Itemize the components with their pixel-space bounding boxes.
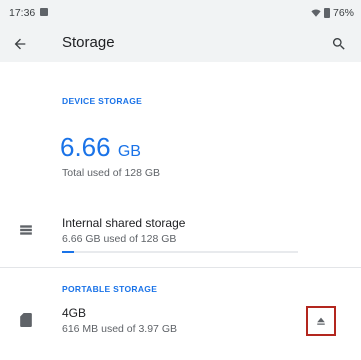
internal-storage-title: Internal shared storage bbox=[62, 216, 186, 230]
eject-button[interactable] bbox=[306, 306, 336, 336]
used-storage-number: 6.66 bbox=[60, 132, 111, 162]
device-storage-header: DEVICE STORAGE bbox=[62, 96, 143, 106]
used-storage-unit: GB bbox=[117, 143, 141, 160]
portable-storage-header: PORTABLE STORAGE bbox=[62, 284, 158, 294]
search-icon bbox=[332, 38, 345, 50]
notification-icon bbox=[40, 8, 48, 16]
app-bar: Storage bbox=[0, 26, 361, 62]
portable-storage-subtitle: 616 MB used of 3.97 GB bbox=[62, 323, 177, 335]
portable-storage-title: 4GB bbox=[62, 306, 87, 320]
wifi-icon bbox=[311, 9, 321, 17]
arrow-back-icon bbox=[14, 38, 26, 50]
internal-storage-icon bbox=[20, 225, 32, 235]
storage-list-icon bbox=[16, 220, 36, 240]
sd-card-icon bbox=[20, 313, 32, 327]
internal-storage-progress-fill bbox=[62, 251, 75, 253]
internal-storage-subtitle: 6.66 GB used of 128 GB bbox=[62, 233, 177, 245]
used-storage-value: 6.66 GB bbox=[60, 132, 141, 163]
internal-storage-progress bbox=[62, 251, 298, 253]
battery-icon bbox=[323, 8, 330, 18]
page-title: Storage bbox=[62, 34, 115, 51]
sd-card-list-icon bbox=[16, 310, 36, 330]
total-used-label: Total used of 128 GB bbox=[62, 167, 161, 179]
eject-icon bbox=[317, 317, 325, 325]
battery-percent: 76% bbox=[332, 7, 354, 19]
status-bar: 17:36 76% bbox=[0, 0, 361, 26]
status-indicators: 76% bbox=[311, 7, 354, 19]
search-button[interactable] bbox=[325, 30, 353, 58]
status-time: 17:36 bbox=[9, 7, 36, 19]
section-divider bbox=[0, 267, 361, 268]
back-button[interactable] bbox=[6, 30, 34, 58]
